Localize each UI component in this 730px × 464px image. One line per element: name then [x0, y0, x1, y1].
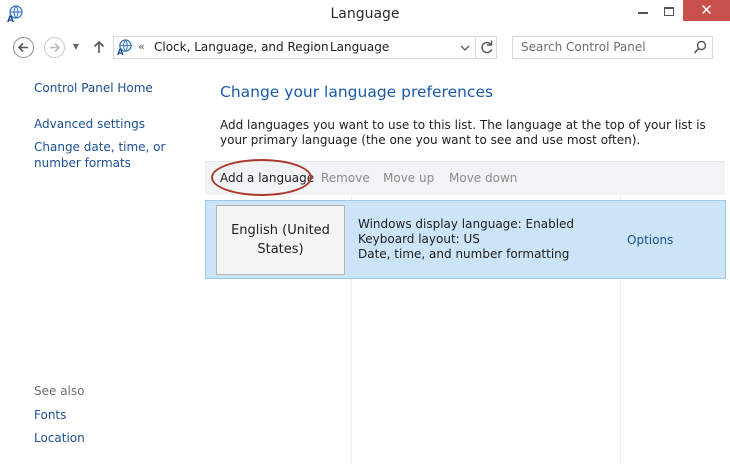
minimize-button[interactable] — [630, 0, 656, 24]
sidebar-link-control-panel-home[interactable]: Control Panel Home — [34, 80, 153, 96]
language-row[interactable]: English (United States) Windows display … — [205, 200, 726, 279]
close-button[interactable]: ✕ — [683, 0, 730, 21]
language-options-link[interactable]: Options — [627, 233, 673, 247]
language-formatting: Date, time, and number formatting — [358, 247, 570, 261]
window-title: Language — [330, 6, 400, 22]
search-box[interactable]: Search Control Panel — [512, 36, 713, 59]
refresh-icon — [481, 40, 493, 54]
move-up-button[interactable]: Move up — [383, 171, 434, 185]
remove-button[interactable]: Remove — [321, 171, 370, 185]
language-list: English (United States) Windows display … — [205, 196, 726, 464]
sidebar: Control Panel Home Advanced settings Cha… — [0, 64, 205, 464]
page-description: Add languages you want to use to this li… — [220, 118, 706, 147]
maximize-button[interactable] — [656, 0, 682, 24]
language-name: English (United States) — [231, 223, 330, 257]
annotation-circle — [211, 159, 312, 196]
sidebar-link-fonts[interactable]: Fonts — [34, 407, 66, 423]
move-down-button[interactable]: Move down — [449, 171, 517, 185]
see-also-heading: See also — [34, 384, 85, 398]
breadcrumb-language[interactable]: Language — [330, 40, 389, 54]
breadcrumb-overflow[interactable]: « — [138, 40, 145, 53]
sidebar-link-change-formats[interactable]: Change date, time, or number formats — [34, 139, 204, 171]
page-title: Change your language preferences — [220, 83, 494, 101]
forward-arrow-icon — [50, 42, 61, 53]
close-icon: ✕ — [700, 1, 713, 19]
refresh-button[interactable] — [475, 37, 497, 58]
up-button[interactable] — [90, 38, 108, 56]
language-keyboard-layout: Keyboard layout: US — [358, 232, 480, 246]
chevron-down-icon — [460, 45, 470, 51]
sidebar-link-advanced-settings[interactable]: Advanced settings — [34, 116, 145, 132]
back-button[interactable] — [13, 37, 34, 58]
sidebar-link-location[interactable]: Location — [34, 430, 85, 446]
recent-locations-button[interactable]: ▼ — [70, 40, 82, 54]
svg-text:A: A — [117, 48, 124, 56]
breadcrumb-separator[interactable]: › — [314, 40, 318, 51]
search-icon[interactable] — [693, 40, 707, 55]
language-display-status: Windows display language: Enabled — [358, 217, 575, 231]
language-tile[interactable]: English (United States) — [216, 205, 345, 275]
maximize-icon — [664, 7, 674, 16]
address-dropdown-button[interactable] — [457, 39, 473, 56]
up-arrow-icon — [93, 40, 105, 53]
control-panel-icon: A — [116, 39, 133, 58]
breadcrumb-clock-language-region[interactable]: Clock, Language, and Region — [154, 40, 329, 54]
navigation-bar: ▼ A « Clock, Language, and Region › Lang… — [0, 30, 730, 64]
title-bar: A Language ✕ — [0, 0, 730, 30]
forward-button[interactable] — [44, 37, 65, 58]
search-input[interactable]: Search Control Panel — [521, 40, 646, 54]
back-arrow-icon — [17, 42, 28, 53]
address-bar[interactable]: A « Clock, Language, and Region › Langua… — [113, 36, 497, 59]
minimize-icon — [638, 12, 648, 14]
